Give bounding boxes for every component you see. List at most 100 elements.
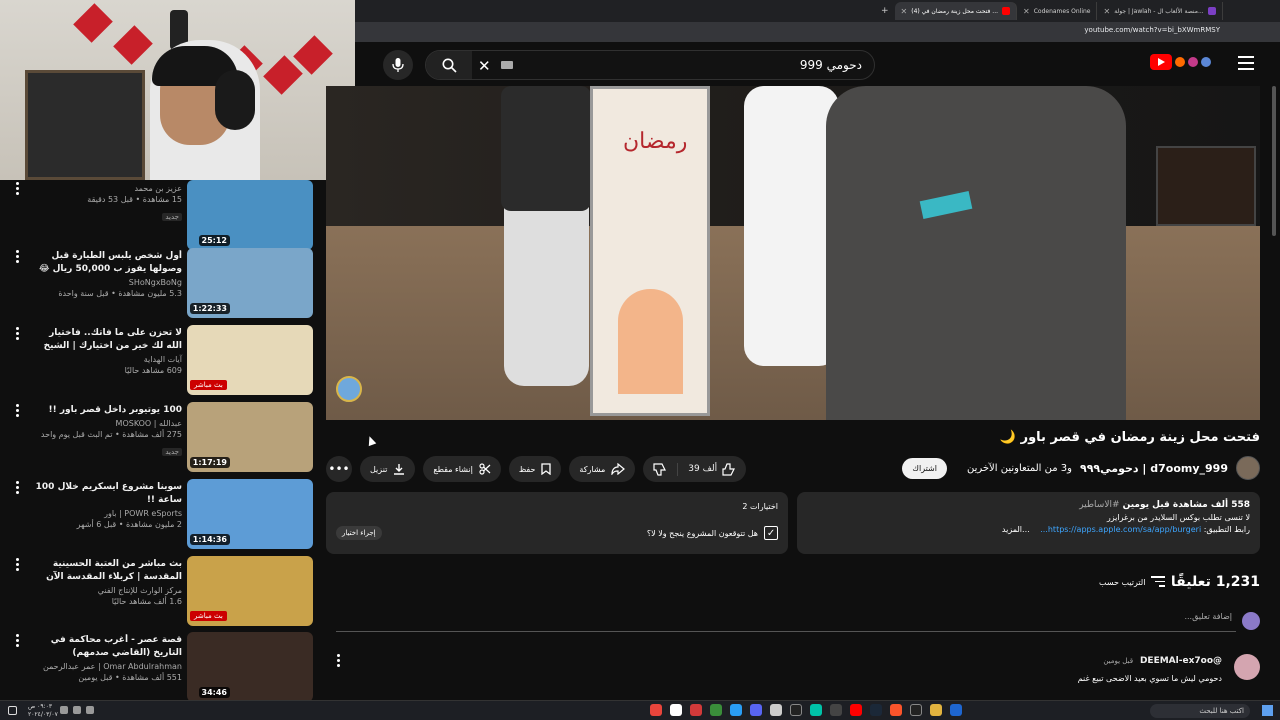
app-icon[interactable]	[770, 704, 782, 716]
views-date: 558 ألف مشاهدة قبل يومين	[1122, 500, 1250, 510]
channel-name[interactable]: مركز الوارث للإنتاج الفني	[32, 586, 182, 595]
video-title[interactable]: أول شخص يلبس الطيارة قبل وصولها يفوز ب 5…	[32, 250, 182, 276]
clock-time: ٠٩:٠٣ ص	[28, 703, 53, 710]
channel-watermark-icon[interactable]	[336, 376, 362, 402]
youtube-logo[interactable]	[1150, 54, 1211, 70]
show-more-link[interactable]: ...المزيد	[1002, 525, 1030, 534]
channel-name[interactable]: آيات الهداية	[32, 355, 182, 364]
more-options-icon[interactable]	[12, 481, 22, 497]
dislike-button[interactable]	[643, 462, 677, 476]
windows-start-icon[interactable]	[1262, 705, 1273, 716]
steam-icon[interactable]	[870, 704, 882, 716]
download-button[interactable]: تنزيل	[360, 456, 416, 482]
list-item[interactable]: 1:17:19 100 يوتيوبر داخل قصر باور !! عبد…	[0, 402, 320, 472]
video-title[interactable]: لا تحزن على ما فاتك.. فاختيار الله لك خي…	[32, 327, 182, 353]
app-icon[interactable]	[810, 704, 822, 716]
comment-author[interactable]: @DEEMAl-ex7oo	[1140, 656, 1222, 666]
vote-button[interactable]: إجراء اختيار	[336, 526, 382, 540]
more-actions-button[interactable]: •••	[326, 456, 352, 482]
video-meta: 5.3 مليون مشاهدة • قبل سنة واحدة	[58, 289, 182, 298]
search-box[interactable]: ✕ دحومي 999	[425, 50, 875, 80]
video-title[interactable]: 100 يوتيوبر داخل قصر باور !!	[32, 404, 183, 417]
tiktok-icon[interactable]	[910, 704, 922, 716]
sort-by-button[interactable]: الترتيب حسب	[1099, 576, 1166, 590]
comment-more-icon[interactable]	[337, 654, 343, 669]
list-item[interactable]: 1:14:36 سوينا مشروع ايسكريم خلال 100 ساع…	[0, 479, 320, 549]
browser-tab[interactable]: ✕ Codenames Online	[1017, 2, 1098, 20]
duration-badge: 1:22:33	[189, 303, 230, 314]
app-icon[interactable]	[730, 704, 742, 716]
video-title[interactable]: قصة عصر - أغرب محاكمة في التاريخ (القاضي…	[32, 634, 182, 660]
description-box[interactable]: 558 ألف مشاهدة قبل يومين #الاساطير لا تن…	[797, 492, 1260, 554]
menu-icon[interactable]	[1238, 56, 1254, 74]
xbox-icon[interactable]	[710, 704, 722, 716]
discord-icon[interactable]	[750, 704, 762, 716]
tiktok-icon[interactable]	[790, 704, 802, 716]
list-item[interactable]: 34:46 قصة عصر - أغرب محاكمة في التاريخ (…	[0, 632, 320, 700]
more-options-icon[interactable]	[12, 404, 22, 420]
more-options-icon[interactable]	[12, 327, 22, 343]
network-icon[interactable]	[73, 706, 81, 714]
close-tab-icon[interactable]: ✕	[1103, 7, 1110, 16]
taskbar-clock[interactable]: ٠٩:٠٣ ص ٢٠٢٤/٠٣/٠٧	[28, 703, 58, 719]
save-button[interactable]: حفظ	[508, 456, 562, 482]
search-input[interactable]: دحومي 999	[800, 58, 862, 72]
video-title[interactable]: بث مباشر من العتبة الحسينية المقدسة | كر…	[32, 558, 182, 584]
hashtag-link[interactable]: #الاساطير	[1079, 500, 1119, 510]
chrome-icon[interactable]	[650, 704, 662, 716]
search-icon	[442, 58, 457, 73]
more-options-icon[interactable]	[12, 558, 22, 574]
speaker-icon[interactable]	[60, 706, 68, 714]
more-options-icon[interactable]	[12, 634, 22, 650]
app-icon[interactable]	[690, 704, 702, 716]
video-meta: 1.6 ألف مشاهد حاليًا	[111, 597, 182, 606]
more-options-icon[interactable]	[12, 250, 22, 266]
video-title[interactable]: سوينا مشروع ايسكريم خلال 100 ساعة !!	[32, 481, 182, 507]
list-item[interactable]: بث مباشر بث مباشر من العتبة الحسينية الم…	[0, 556, 320, 626]
scrollbar[interactable]	[1272, 86, 1276, 236]
battery-icon[interactable]	[86, 706, 94, 714]
list-item[interactable]: 1:22:33 أول شخص يلبس الطيارة قبل وصولها …	[0, 248, 320, 318]
taskbar-search[interactable]: اكتب هنا للبحث	[1150, 704, 1250, 718]
clear-search-icon[interactable]: ✕	[478, 57, 491, 75]
youtube-icon[interactable]	[850, 704, 862, 716]
new-badge: جديد	[162, 213, 182, 221]
search-button[interactable]	[426, 51, 472, 79]
address-bar[interactable]: youtube.com/watch?v=bi_bXWmRMSY	[355, 22, 1280, 42]
app-link[interactable]: https://apps.apple.com/sa/app/burgeri...	[1040, 525, 1201, 534]
voice-search-button[interactable]	[383, 50, 413, 80]
like-button[interactable]: 39 ألف	[677, 462, 746, 476]
channel-name[interactable]: POWR eSports | باور	[32, 509, 182, 518]
brave-icon[interactable]	[890, 704, 902, 716]
video-player[interactable]: رمضان	[326, 86, 1260, 420]
app-icon[interactable]	[950, 704, 962, 716]
close-tab-icon[interactable]: ✕	[1023, 7, 1030, 16]
list-item[interactable]: 25:12 عزيز بن محمد 15 مشاهدة • قبل 53 دق…	[0, 180, 320, 250]
more-options-icon[interactable]	[12, 182, 22, 198]
share-button[interactable]: مشاركة	[569, 456, 636, 482]
clip-button[interactable]: إنشاء مقطع	[423, 456, 501, 482]
app-icon[interactable]	[830, 704, 842, 716]
keyboard-icon[interactable]	[501, 61, 513, 69]
app-icon[interactable]	[670, 704, 682, 716]
channel-name[interactable]: Omar Abdulrahman | عمر عبدالرحمن	[32, 662, 182, 671]
comment-time[interactable]: قبل يومين	[1103, 657, 1133, 665]
folder-icon[interactable]	[930, 704, 942, 716]
channel-name[interactable]: عبدالله | MOSKOO	[32, 419, 182, 428]
channel-name[interactable]: عزيز بن محمد	[32, 184, 182, 193]
subscribe-button[interactable]: اشتراك	[902, 457, 947, 479]
close-tab-icon[interactable]: ✕	[901, 7, 908, 16]
channel-avatar[interactable]	[1236, 456, 1260, 480]
collaborators-label[interactable]: و3 من المتعاونين الآخرين	[967, 463, 1072, 474]
browser-tab[interactable]: ✕ جولة | Jawlah - منصة الألعاب ال...	[1097, 2, 1223, 20]
commenter-avatar[interactable]	[1234, 654, 1260, 680]
channel-name[interactable]: d7oomy_999 | دحومي٩٩٩	[1080, 462, 1228, 475]
channel-name[interactable]: SHoNgxBoNg	[32, 278, 182, 287]
like-dislike-group: 39 ألف	[643, 456, 747, 482]
browser-tab[interactable]: ✕ (4) فتحت محل زينة رمضان في ...	[894, 2, 1018, 20]
add-comment-input[interactable]: إضافة تعليق...	[336, 612, 1236, 632]
new-tab-icon[interactable]: +	[875, 6, 895, 16]
notifications-icon[interactable]	[8, 706, 17, 715]
thumbs-up-icon	[722, 462, 736, 476]
list-item[interactable]: بث مباشر لا تحزن على ما فاتك.. فاختيار ا…	[0, 325, 320, 395]
